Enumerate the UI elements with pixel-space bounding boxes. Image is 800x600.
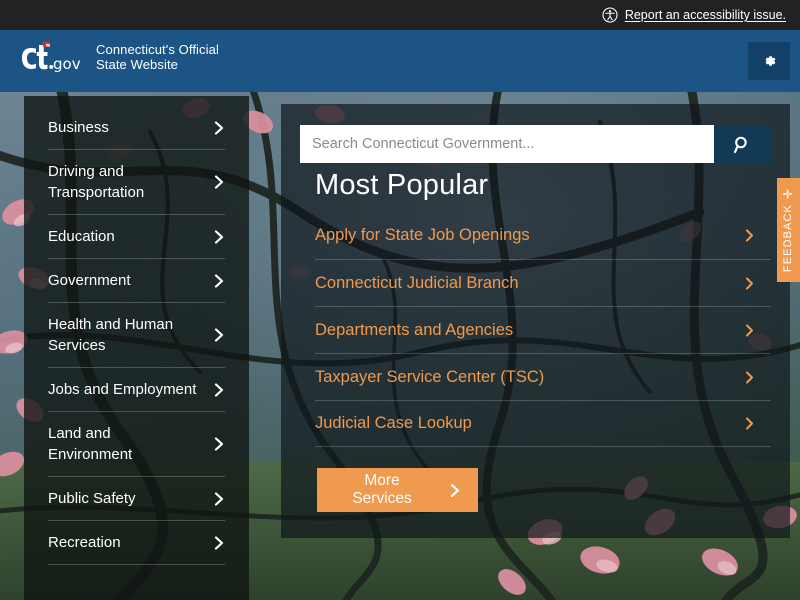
ct-gov-logo-icon: gov bbox=[22, 41, 81, 73]
sidebar-item-label: Public Safety bbox=[48, 490, 136, 507]
site-tagline: Connecticut's Official State Website bbox=[96, 42, 219, 72]
feedback-label: FEEDBACK bbox=[782, 204, 795, 273]
report-accessibility-issue-link[interactable]: Report an accessibility issue. bbox=[602, 7, 786, 23]
chevron-right-icon bbox=[214, 175, 224, 189]
popular-link-label: Departments and Agencies bbox=[315, 320, 514, 339]
settings-button[interactable] bbox=[748, 42, 790, 80]
more-services-label: More Services bbox=[352, 472, 412, 507]
accessibility-link-label: Report an accessibility issue. bbox=[624, 8, 786, 22]
sidebar-item-health-and-human-services[interactable]: Health and Human Services bbox=[48, 303, 225, 368]
search-bar bbox=[300, 125, 771, 163]
chevron-right-icon bbox=[214, 120, 224, 135]
sidebar-item-label: Health and Human Services bbox=[48, 316, 174, 354]
popular-link-label: Connecticut Judicial Branch bbox=[315, 273, 519, 292]
sidebar-item-label: Recreation bbox=[48, 534, 121, 551]
most-popular-list: Apply for State Job Openings Connecticut… bbox=[315, 212, 771, 447]
page-title: Most Popular bbox=[315, 169, 489, 201]
chevron-right-icon bbox=[214, 437, 224, 451]
sidebar-item-label: Jobs and Employment bbox=[48, 381, 197, 398]
chevron-right-icon bbox=[746, 229, 753, 242]
list-item[interactable]: Connecticut Judicial Branch bbox=[315, 259, 771, 306]
list-item[interactable]: Departments and Agencies bbox=[315, 306, 771, 353]
accessibility-bar: Report an accessibility issue. bbox=[0, 0, 800, 30]
brand[interactable]: gov Connecticut's Official State Website bbox=[20, 40, 219, 74]
chevron-right-icon bbox=[214, 273, 224, 288]
sidebar-item-label: Land and Environment bbox=[48, 425, 133, 463]
feedback-tab-inner: FEEDBACK ✛ bbox=[781, 187, 796, 273]
site-header: gov Connecticut's Official State Website bbox=[0, 30, 800, 92]
chevron-right-icon bbox=[746, 371, 753, 383]
sidebar-item-public-safety[interactable]: Public Safety bbox=[48, 477, 225, 521]
svg-text:gov: gov bbox=[53, 55, 81, 73]
chevron-right-icon bbox=[214, 382, 224, 397]
sidebar-item-label: Education bbox=[48, 228, 115, 245]
feedback-tab[interactable]: FEEDBACK ✛ bbox=[777, 178, 800, 282]
chevron-right-icon bbox=[214, 491, 224, 506]
sidebar-nav: Business Driving and Transportation Educ… bbox=[24, 96, 249, 600]
popular-link-label: Judicial Case Lookup bbox=[315, 414, 472, 432]
popular-link-label: Apply for State Job Openings bbox=[315, 226, 530, 244]
accessibility-icon bbox=[602, 7, 618, 23]
plus-icon: ✛ bbox=[781, 187, 796, 200]
sidebar-item-jobs-and-employment[interactable]: Jobs and Employment bbox=[48, 368, 225, 412]
list-item[interactable]: Taxpayer Service Center (TSC) bbox=[315, 353, 771, 400]
chevron-right-icon bbox=[214, 328, 224, 342]
main-panel: Most Popular Apply for State Job Opening… bbox=[281, 104, 790, 538]
chevron-right-icon bbox=[214, 535, 224, 550]
list-item[interactable]: Judicial Case Lookup bbox=[315, 400, 771, 447]
search-input[interactable] bbox=[300, 125, 714, 163]
sidebar-item-education[interactable]: Education bbox=[48, 215, 225, 259]
sidebar-item-land-and-environment[interactable]: Land and Environment bbox=[48, 412, 225, 477]
sidebar-item-recreation[interactable]: Recreation bbox=[48, 521, 225, 565]
sidebar-item-driving-and-transportation[interactable]: Driving and Transportation bbox=[48, 150, 225, 215]
sidebar-item-label: Driving and Transportation bbox=[48, 163, 145, 201]
chevron-right-icon bbox=[746, 277, 753, 289]
popular-link-label: Taxpayer Service Center (TSC) bbox=[315, 367, 545, 386]
list-item[interactable]: Apply for State Job Openings bbox=[315, 212, 771, 259]
chevron-right-icon bbox=[746, 324, 753, 336]
chevron-right-icon bbox=[214, 229, 224, 244]
more-services-button[interactable]: More Services bbox=[317, 468, 478, 512]
chevron-right-icon bbox=[746, 417, 753, 430]
sidebar-item-label: Government bbox=[48, 272, 131, 289]
gear-icon bbox=[765, 56, 776, 66]
search-button[interactable] bbox=[714, 125, 771, 163]
chevron-right-icon bbox=[451, 483, 460, 497]
search-icon bbox=[733, 136, 747, 153]
sidebar-item-business[interactable]: Business bbox=[48, 96, 225, 150]
sidebar-item-label: Business bbox=[48, 119, 109, 136]
sidebar-item-government[interactable]: Government bbox=[48, 259, 225, 303]
